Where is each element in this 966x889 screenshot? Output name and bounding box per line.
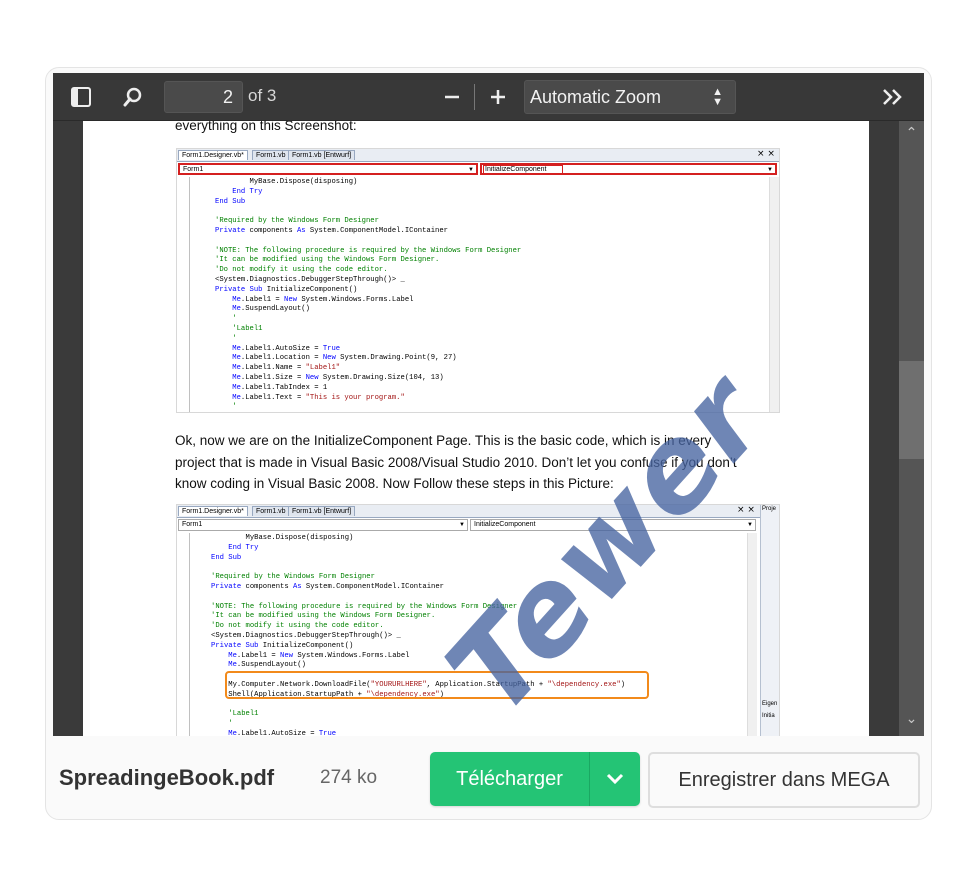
panel-label: Proje (762, 506, 777, 512)
toolbar-separator (474, 84, 475, 110)
code-gutter (189, 533, 190, 736)
file-preview-card: 2 of 3 Automatic Zoom ▲ ▼ everything on t… (45, 67, 932, 820)
download-label[interactable]: Télécharger (430, 752, 589, 806)
pdf-viewer: 2 of 3 Automatic Zoom ▲ ▼ everything on t… (53, 73, 924, 736)
class-combo-value: Form1 (182, 521, 203, 528)
class-combo: Form1 ▼ (178, 163, 478, 175)
download-button[interactable]: Télécharger (430, 752, 640, 806)
code-block-1: MyBase.Dispose(disposing) End Try End Sub… (215, 178, 522, 412)
document-paragraph: everything on this Screenshot: (175, 121, 357, 133)
tab-form1: Form1.vb (252, 150, 290, 160)
file-name: SpreadingeBook.pdf (59, 765, 275, 790)
editor-tabs: Form1.Designer.vb* Form1.vb Form1.vb [En… (177, 149, 779, 162)
select-arrows-icon: ▲ ▼ (712, 86, 723, 108)
editor-scrollbar (747, 533, 757, 736)
method-highlight-box (483, 165, 563, 175)
dropdown-icon: ▼ (767, 167, 773, 173)
chevron-down-icon[interactable] (590, 752, 640, 806)
dropdown-icon: ▼ (468, 167, 474, 173)
tab-designer: Form1.Designer.vb* (178, 506, 248, 516)
zoom-in-button[interactable] (484, 83, 512, 111)
dropdown-icon: ▼ (747, 522, 753, 528)
tab-form1-design: Form1.vb [Entwurf] (288, 506, 356, 516)
pdf-toolbar: 2 of 3 Automatic Zoom ▲ ▼ (53, 73, 924, 121)
double-chevron-right-icon[interactable] (877, 83, 909, 111)
page-count: of 3 (248, 86, 277, 105)
scroll-up-icon[interactable]: ⌃ (899, 123, 924, 143)
method-combo-value: InitializeComponent (474, 521, 536, 528)
inserted-code-highlight (225, 671, 649, 699)
zoom-value: Automatic Zoom (530, 87, 662, 107)
solution-explorer-panel: Proje Eigen Initia (760, 505, 779, 736)
class-combo-value: Form1 (183, 166, 204, 173)
dropdown-icon: ▼ (459, 522, 465, 528)
page-number-input[interactable]: 2 (164, 81, 243, 113)
panel-label: Initia (762, 713, 775, 719)
zoom-out-button[interactable] (438, 83, 466, 111)
tab-form1: Form1.vb (252, 506, 290, 516)
sidebar-toggle-icon[interactable] (67, 83, 95, 111)
search-icon[interactable] (119, 83, 147, 111)
scroll-down-icon[interactable]: ⌄ (899, 709, 924, 729)
class-combo: Form1 ▼ (178, 519, 468, 531)
file-size: 274 ko (320, 767, 378, 788)
save-to-mega-button[interactable]: Enregistrer dans MEGA (648, 752, 920, 808)
close-icon: × × (737, 505, 755, 515)
scrollbar-thumb[interactable] (899, 361, 924, 459)
close-icon: × × (757, 149, 775, 159)
zoom-select[interactable]: Automatic Zoom ▲ ▼ (524, 80, 736, 114)
viewer-scrollbar[interactable]: ⌃ ⌄ (899, 121, 924, 736)
pdf-page: everything on this Screenshot: Form1.Des… (83, 121, 869, 736)
code-gutter (189, 177, 190, 412)
panel-label: Eigen (762, 701, 778, 707)
tab-designer: Form1.Designer.vb* (178, 150, 248, 160)
editor-scrollbar (769, 177, 779, 412)
tab-form1-design: Form1.vb [Entwurf] (288, 150, 356, 160)
